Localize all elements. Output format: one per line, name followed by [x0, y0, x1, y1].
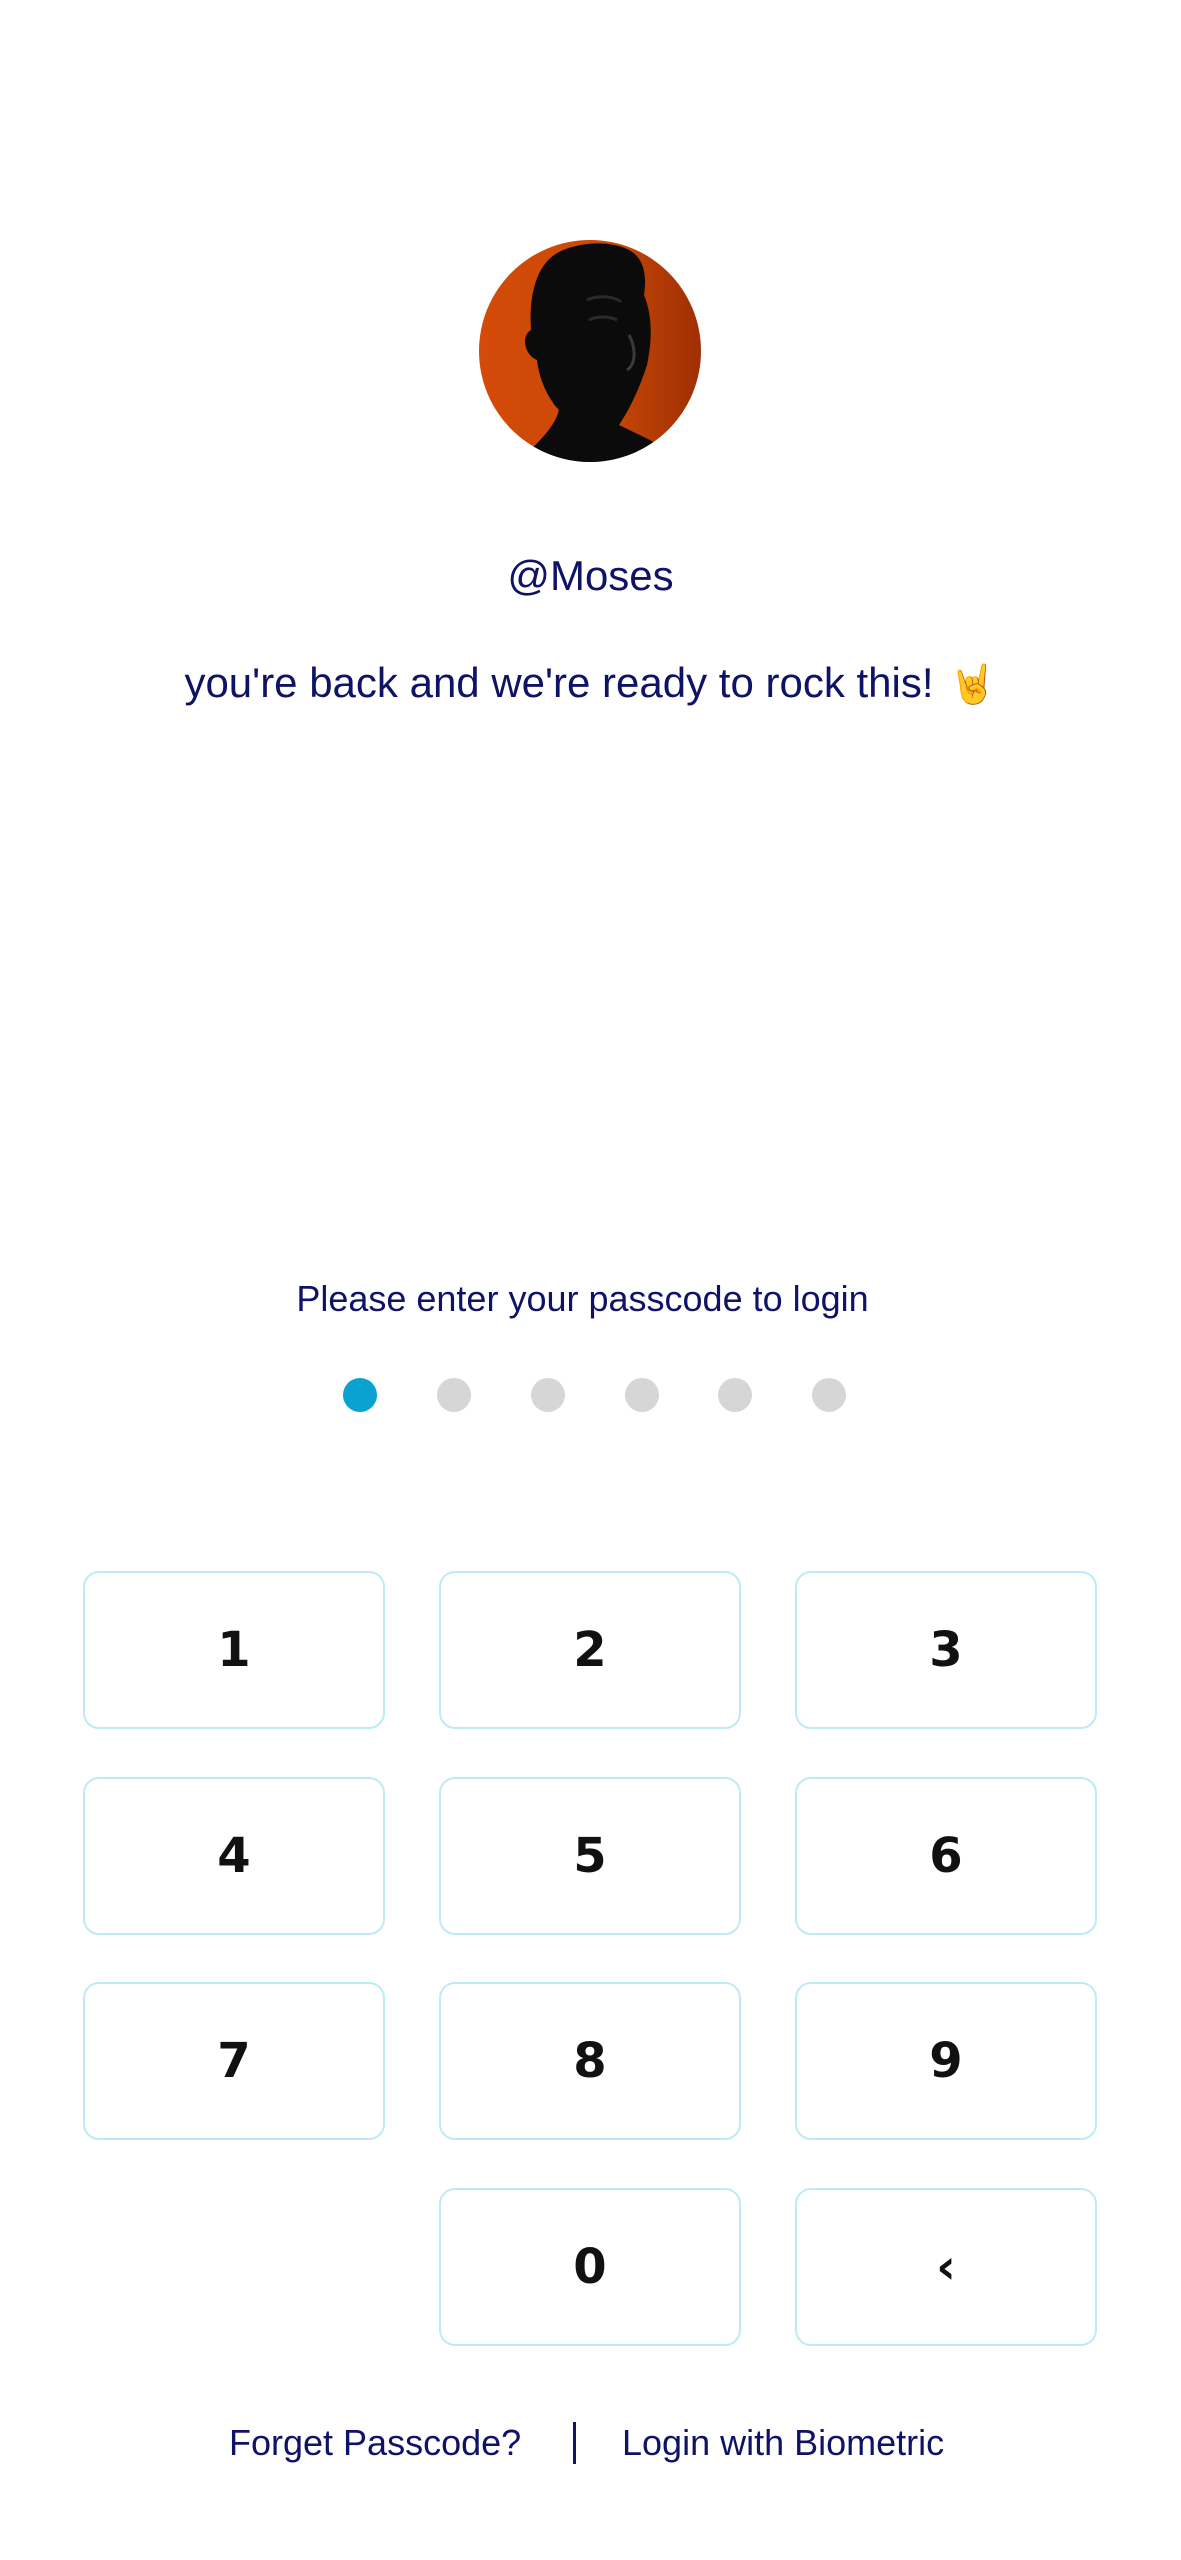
key-9[interactable]: 9: [795, 1982, 1097, 2140]
footer-links: Forget Passcode? Login with Biometric: [0, 2418, 1181, 2468]
key-5[interactable]: 5: [439, 1777, 741, 1935]
biometric-login-link[interactable]: Login with Biometric: [622, 2418, 944, 2468]
welcome-message: you're back and we're ready to rock this…: [0, 655, 1181, 713]
key-0[interactable]: 0: [439, 2188, 741, 2346]
passcode-dot: [718, 1378, 752, 1412]
passcode-dot: [531, 1378, 565, 1412]
profile-avatar: [479, 240, 701, 462]
passcode-prompt: Please enter your passcode to login: [296, 1278, 869, 1319]
key-3[interactable]: 3: [795, 1571, 1097, 1729]
footer-divider: [573, 2422, 576, 2464]
key-7[interactable]: 7: [83, 1982, 385, 2140]
key-8[interactable]: 8: [439, 1982, 741, 2140]
key-2[interactable]: 2: [439, 1571, 741, 1729]
rock-hand-icon: 🤘: [949, 664, 997, 706]
passcode-dots: [0, 1378, 1181, 1412]
key-1[interactable]: 1: [83, 1571, 385, 1729]
username: @Moses: [507, 552, 674, 599]
backspace-button[interactable]: ‹: [795, 2188, 1097, 2346]
forgot-passcode-link[interactable]: Forget Passcode?: [229, 2418, 521, 2468]
passcode-dot: [437, 1378, 471, 1412]
key-4[interactable]: 4: [83, 1777, 385, 1935]
person-silhouette-icon: [519, 243, 684, 462]
welcome-text: you're back and we're ready to rock this…: [184, 659, 934, 706]
passcode-dot: [625, 1378, 659, 1412]
passcode-dot: [812, 1378, 846, 1412]
key-6[interactable]: 6: [795, 1777, 1097, 1935]
passcode-dot: [343, 1378, 377, 1412]
